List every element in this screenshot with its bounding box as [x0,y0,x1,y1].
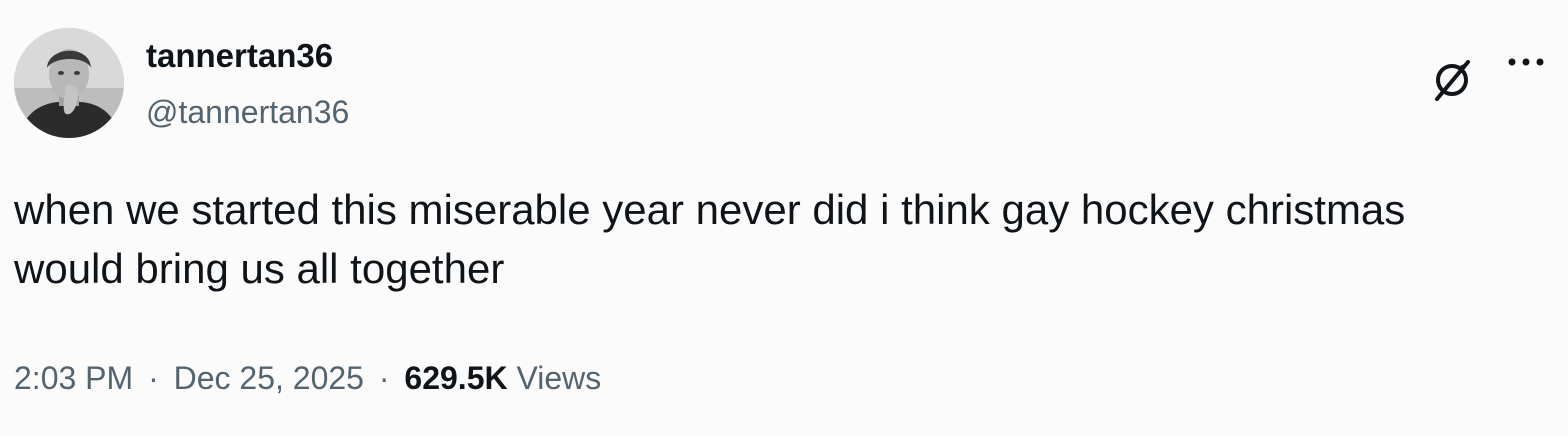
display-name[interactable]: tannertan36 [146,36,333,76]
grok-icon[interactable] [1428,56,1476,104]
views-label: Views [516,360,602,396]
tweet-time[interactable]: 2:03 PM [14,360,133,396]
more-icon[interactable] [1500,44,1552,80]
meta-separator: · [378,360,390,396]
tweet-card: tannertan36 @tannertan36 when we started… [0,0,1568,436]
user-handle[interactable]: @tannertan36 [146,92,349,132]
meta-separator: · [148,360,159,396]
tweet-meta: 2:03 PM · Dec 25, 2025 · 629.5K Views [14,356,601,400]
tweet-text: when we started this miserable year neve… [14,186,1406,292]
views-count[interactable]: 629.5K [404,360,507,396]
avatar[interactable] [14,28,124,138]
tweet-date[interactable]: Dec 25, 2025 [174,360,364,396]
avatar-image [14,28,124,138]
